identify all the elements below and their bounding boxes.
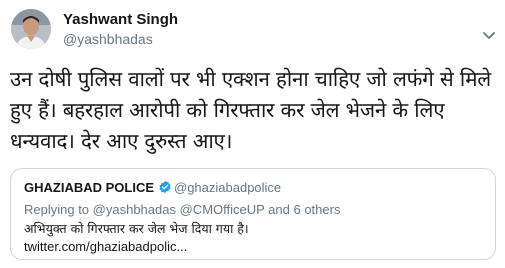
quoted-author-name[interactable]: GHAZIABAD POLICE [24,180,154,195]
quoted-tweet[interactable]: GHAZIABAD POLICE @ghaziabadpolice Replyin… [10,168,496,260]
replying-to-others-link[interactable]: @CMOfficeUP and 6 others [180,202,341,217]
tweet-card: Yashwant Singh @yashbhadas उन दोषी पुलिस… [0,0,505,268]
replying-to: Replying to @yashbhadas @CMOfficeUP and … [24,202,340,217]
avatar[interactable] [11,9,51,49]
avatar-image [11,9,51,49]
author-name[interactable]: Yashwant Singh [63,11,178,28]
quoted-tweet-text: अभियुक्त को गिरफ्तार कर जेल भेज दिया गया… [24,221,249,236]
chevron-down-icon[interactable] [482,26,496,39]
quoted-author-handle[interactable]: @ghaziabadpolice [174,180,281,195]
author-handle[interactable]: @yashbhadas [63,31,153,47]
replying-to-user-link[interactable]: @yashbhadas [93,202,176,217]
quoted-tweet-link[interactable]: twitter.com/ghaziabadpolic... [24,239,187,254]
verified-badge-icon [158,180,172,197]
tweet-text: उन दोषी पुलिस वालों पर भी एक्शन होना चाह… [10,67,491,153]
replying-to-label: Replying to [24,202,90,217]
quoted-tweet-header: GHAZIABAD POLICE @ghaziabadpolice [24,180,281,197]
